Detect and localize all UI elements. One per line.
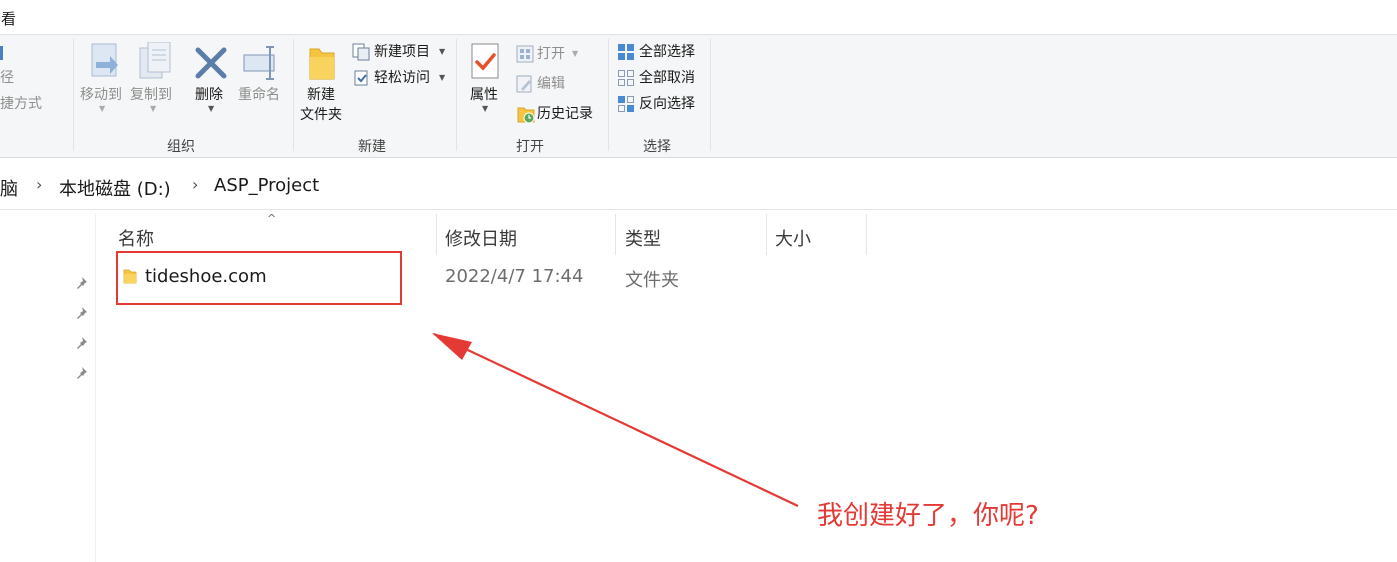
move-to-button[interactable]: 移动到 — [80, 86, 122, 105]
delete-button[interactable]: 删除 — [195, 86, 223, 105]
easy-access-icon — [352, 69, 370, 91]
ribbon: 路径 快捷方式 移动到 ▼ 复制到 ▼ — [0, 35, 1397, 158]
organize-group-label: 组织 — [167, 139, 195, 155]
invert-selection-button[interactable]: 反向选择 — [639, 95, 695, 113]
select-all-icon — [617, 43, 635, 65]
breadcrumb-this-pc[interactable]: 电脑 — [0, 175, 18, 201]
new-group-label: 新建 — [358, 139, 386, 155]
file-explorer-window: 查看 路径 快捷方式 移动到 ▼ 复制到 — [0, 0, 1397, 562]
copy-path-button[interactable]: 路径 — [0, 69, 14, 87]
open-group-label: 打开 — [516, 139, 544, 155]
ribbon-tab-row: 查看 — [0, 0, 1397, 35]
rename-button[interactable]: 重命名 — [238, 86, 280, 105]
copy-to-button[interactable]: 复制到 — [130, 86, 172, 105]
file-modified: 2022/4/7 17:44 — [445, 266, 584, 287]
new-item-button[interactable]: 新建项目 — [374, 43, 430, 61]
breadcrumb-separator-icon: › — [36, 175, 43, 194]
pin-icon[interactable] — [75, 365, 89, 379]
new-folder-icon — [307, 43, 337, 85]
easy-access-button[interactable]: 轻松访问 — [374, 69, 430, 87]
properties-button[interactable]: 属性 — [470, 86, 498, 105]
rename-icon — [242, 45, 280, 85]
move-to-icon — [88, 42, 124, 86]
column-header-type[interactable]: 类型 — [625, 225, 661, 251]
open-button[interactable]: 打开 — [537, 45, 565, 63]
annotation-highlight-box — [116, 251, 402, 305]
navigation-pane — [0, 214, 96, 562]
breadcrumb-asp-project[interactable]: ASP_Project — [214, 175, 319, 196]
open-icon — [516, 45, 534, 67]
sort-ascending-icon: ^ — [267, 212, 277, 225]
annotation-arrow-icon — [432, 333, 799, 507]
new-item-icon — [352, 43, 370, 65]
breadcrumb-separator-icon: › — [192, 175, 199, 194]
select-all-button[interactable]: 全部选择 — [639, 43, 695, 61]
address-bar[interactable]: 电脑 › 本地磁盘 (D:) › ASP_Project — [0, 165, 1397, 210]
pin-icon[interactable] — [75, 275, 89, 289]
new-folder-button-line1[interactable]: 新建 — [307, 86, 335, 105]
select-group-label: 选择 — [643, 139, 671, 155]
tab-view[interactable]: 查看 — [0, 8, 16, 29]
paste-icon — [0, 45, 4, 64]
column-header-name[interactable]: 名称 — [118, 225, 154, 251]
select-none-button[interactable]: 全部取消 — [639, 69, 695, 87]
edit-icon — [516, 75, 534, 97]
properties-icon — [470, 42, 502, 86]
history-icon — [516, 105, 536, 129]
column-header-modified[interactable]: 修改日期 — [445, 225, 517, 251]
new-folder-button-line2[interactable]: 文件夹 — [300, 106, 342, 125]
invert-selection-icon — [617, 95, 635, 117]
select-none-icon — [617, 69, 635, 91]
column-header-size[interactable]: 大小 — [775, 225, 811, 251]
annotation-text: 我创建好了，你呢? — [817, 501, 1039, 531]
delete-icon — [194, 46, 228, 84]
pin-icon[interactable] — [75, 335, 89, 349]
history-button[interactable]: 历史记录 — [537, 105, 593, 123]
pin-icon[interactable] — [75, 305, 89, 319]
breadcrumb-local-disk[interactable]: 本地磁盘 (D:) — [59, 175, 171, 201]
edit-button[interactable]: 编辑 — [537, 75, 565, 93]
copy-to-icon — [138, 41, 174, 86]
paste-shortcut-button[interactable]: 快捷方式 — [0, 95, 42, 113]
file-type: 文件夹 — [625, 270, 679, 291]
